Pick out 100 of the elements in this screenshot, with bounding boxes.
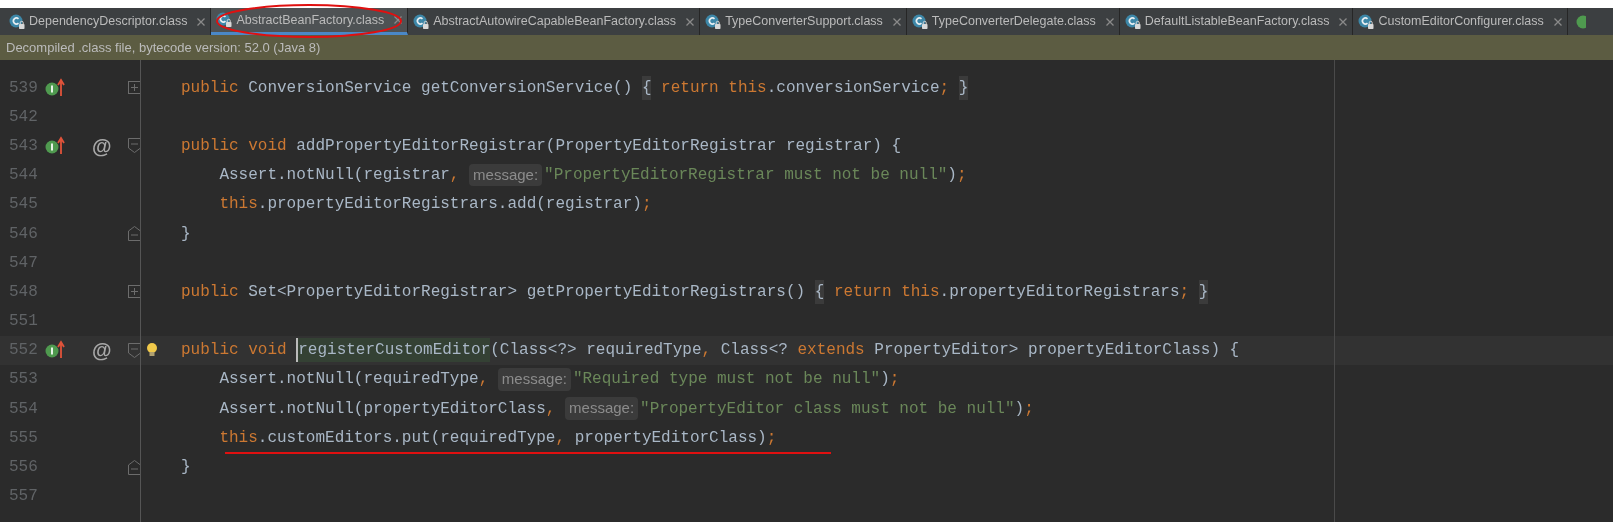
code-token: "Required type must not be null": [572, 369, 881, 391]
code-token: ;: [1024, 398, 1034, 420]
folded-brace: }: [1198, 279, 1209, 304]
line-number: 539: [8, 77, 39, 99]
code-token: .customEditors.put(requiredType: [257, 427, 556, 449]
line-number: 545: [8, 194, 39, 216]
code-token: "PropertyEditorRegistrar must not be null": [544, 165, 948, 187]
close-icon[interactable]: [394, 16, 403, 24]
line-number: 554: [8, 398, 39, 420]
tab-label: TypeConverterDelegate.class: [931, 13, 1096, 31]
parameter-hint: message:: [565, 397, 639, 420]
collapse-icon[interactable]: [127, 226, 141, 242]
code-token: ,: [449, 165, 461, 187]
code-token: public void: [181, 340, 288, 362]
line-number: 544: [8, 165, 39, 187]
editor-tab[interactable]: AbstractBeanFactory.class: [211, 8, 409, 35]
code-token: ,: [478, 369, 490, 391]
class-file-icon: [413, 13, 430, 30]
code-token: ;: [641, 194, 652, 216]
code-token: Assert.notNull(registrar: [218, 165, 450, 187]
code-token: ;: [956, 165, 967, 187]
class-file-icon: [216, 12, 233, 28]
implements-icon[interactable]: [44, 77, 66, 98]
folded-brace: {: [814, 279, 825, 304]
tab-label: DefaultListableBeanFactory.class: [1144, 13, 1330, 31]
code-token: public: [181, 281, 239, 303]
line-number: 548: [8, 281, 39, 303]
class-file-icon: [911, 13, 928, 30]
class-file-icon: [1358, 13, 1375, 30]
tab-label: AbstractAutowireCapableBeanFactory.class: [433, 13, 677, 31]
line-number: 557: [8, 486, 39, 508]
code-token: public: [181, 77, 239, 99]
class-file-icon: [1124, 13, 1141, 30]
implements-icon[interactable]: [44, 340, 66, 361]
code-token: ;: [1179, 281, 1191, 303]
code-token: return this: [832, 281, 940, 303]
close-icon[interactable]: [1339, 17, 1348, 26]
code-token: ;: [889, 369, 900, 391]
code-token: return this: [660, 77, 767, 99]
code-token: }: [181, 223, 191, 245]
tab-label: CustomEditorConfigurer.class: [1378, 13, 1544, 31]
code-token: (Class<?> requiredType: [490, 340, 702, 362]
close-icon[interactable]: [1553, 17, 1562, 26]
code-token: ;: [939, 77, 951, 99]
class-file-icon: [1575, 14, 1586, 29]
class-file-icon: [9, 13, 25, 30]
code-token: registerCustomEditor: [296, 338, 491, 363]
code-token: Class<?: [720, 340, 789, 362]
tab-label: AbstractBeanFactory.class: [236, 11, 385, 29]
line-number: 547: [8, 252, 39, 274]
code-token: Assert.notNull(propertyEditorClass: [218, 398, 546, 420]
line-number: 546: [8, 223, 39, 245]
lightbulb-icon[interactable]: [146, 342, 158, 359]
folded-brace: {: [641, 75, 652, 100]
code-token: .conversionService: [766, 77, 940, 99]
code-token: .propertyEditorRegistrars.add(registrar): [257, 194, 642, 216]
code-token: ,: [555, 427, 567, 449]
code-token: addPropertyEditorRegistrar(PropertyEditorRegistrar registrar) {: [295, 135, 902, 157]
expand-icon[interactable]: [127, 81, 141, 95]
collapse-icon[interactable]: [127, 138, 141, 154]
implements-icon[interactable]: [44, 135, 66, 156]
code-token: ;: [766, 427, 777, 449]
code-token: public void: [181, 135, 287, 157]
code-token: }: [181, 457, 191, 479]
class-file-icon: [705, 13, 722, 30]
code-token: ): [880, 369, 890, 391]
code-token: ConversionService getConversionService(): [247, 77, 634, 99]
decompiled-banner: Decompiled .class file, bytecode version: 52.0 (Java 8): [0, 35, 1613, 60]
override-marker: @: [92, 338, 112, 364]
line-number: 551: [8, 311, 39, 333]
tab-label: TypeConverterSupport.class: [725, 13, 883, 31]
close-icon[interactable]: [1105, 17, 1114, 26]
line-number: 556: [8, 457, 39, 479]
code-token: this: [218, 427, 258, 449]
code-token: "PropertyEditor class must not be null": [640, 398, 1015, 420]
line-number: 542: [8, 106, 39, 128]
code-token: ): [1014, 398, 1025, 420]
parameter-hint: message:: [497, 368, 571, 391]
collapse-icon[interactable]: [127, 459, 141, 475]
code-token: .propertyEditorRegistrars: [939, 281, 1180, 303]
code-token: Set<PropertyEditorRegistrar> getPropertyEditorRegistrars(): [247, 281, 807, 303]
close-icon[interactable]: [892, 17, 901, 26]
line-number: 555: [8, 427, 39, 449]
close-icon[interactable]: [197, 17, 206, 26]
code-token: PropertyEditor> propertyEditorClass) {: [873, 340, 1240, 362]
code-token: ,: [545, 398, 557, 420]
code-token: propertyEditorClass): [574, 427, 767, 449]
override-marker: @: [92, 133, 112, 159]
code-token: this: [218, 194, 258, 216]
folded-brace: }: [958, 75, 969, 100]
line-number: 543: [8, 135, 39, 157]
code-token: ,: [701, 340, 713, 362]
code-token: ): [947, 165, 957, 187]
code-token: extends: [797, 340, 865, 362]
expand-icon[interactable]: [127, 285, 141, 299]
line-number: 553: [8, 369, 39, 391]
close-icon[interactable]: [686, 17, 695, 26]
collapse-icon[interactable]: [127, 342, 141, 358]
parameter-hint: message:: [469, 163, 543, 187]
tab-label: DependencyDescriptor.class: [29, 13, 188, 31]
